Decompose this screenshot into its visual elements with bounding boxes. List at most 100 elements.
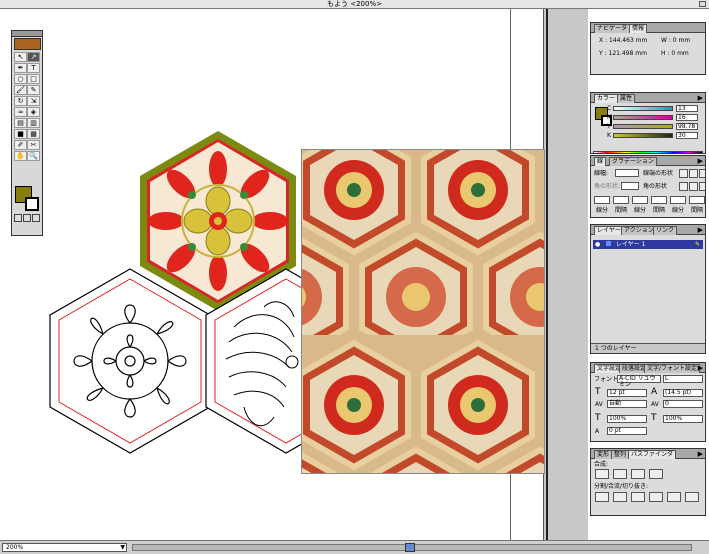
tab-color[interactable]: カラー: [594, 94, 619, 103]
brush-tool-icon[interactable]: 🖌: [14, 85, 27, 95]
tab-pathfinder[interactable]: パスファインダ: [628, 450, 677, 459]
bevel-join-icon[interactable]: [699, 182, 705, 191]
scale-tool-icon[interactable]: ⇲: [27, 96, 40, 106]
channel-c-slider[interactable]: [613, 106, 673, 111]
square-cap-icon[interactable]: [699, 169, 705, 178]
dash-field-4[interactable]: [670, 196, 686, 204]
panel-menu-icon[interactable]: ▶: [698, 226, 703, 234]
zoom-level-field[interactable]: 200% ▼: [2, 543, 127, 552]
panel-menu-icon[interactable]: ▶: [698, 450, 703, 458]
dash-field-3[interactable]: [651, 196, 667, 204]
tab-gradient[interactable]: グラデーション: [609, 157, 657, 166]
channel-k-slider[interactable]: [613, 133, 673, 138]
stroke-weight-field[interactable]: [615, 169, 639, 177]
tracking-field[interactable]: 0: [663, 400, 703, 408]
dash-field-5[interactable]: [689, 196, 705, 204]
color-spectrum-bar[interactable]: [593, 151, 703, 153]
rotate-tool-icon[interactable]: ↻: [14, 96, 27, 106]
pathfinder-op-icon-1-4[interactable]: [667, 492, 681, 502]
horizontal-scale-field[interactable]: 100%: [663, 415, 703, 423]
select-arrow-tool-icon[interactable]: ↖: [14, 52, 27, 62]
round-cap-icon[interactable]: [689, 169, 698, 178]
pathfinder-op-icon-0-1[interactable]: [613, 469, 627, 479]
horizontal-scrollbar[interactable]: 200% ▼: [0, 540, 709, 554]
pen-tool-icon[interactable]: ✒: [14, 63, 27, 73]
tab-stroke[interactable]: 線: [594, 157, 607, 166]
gradient-mode-icon[interactable]: [23, 214, 31, 222]
scissors-tool-icon[interactable]: ✂: [27, 140, 40, 150]
round-join-icon[interactable]: [689, 182, 698, 191]
layer-row[interactable]: ● レイヤー 1 ✎: [593, 240, 703, 249]
leading-field[interactable]: (14.5 pt): [663, 389, 703, 397]
miter-limit-field[interactable]: [621, 182, 639, 190]
gradient-tool-icon[interactable]: ■: [14, 129, 27, 139]
pathfinder-op-icon-1-1[interactable]: [613, 492, 627, 502]
channel-y-slider[interactable]: [613, 124, 673, 129]
visibility-eye-icon[interactable]: ●: [595, 240, 604, 249]
warp-tool-icon[interactable]: ≈: [14, 107, 27, 117]
miter-join-icon[interactable]: [679, 182, 688, 191]
dash-field-0[interactable]: [594, 196, 610, 204]
pathfinder-op-icon-0-2[interactable]: [631, 469, 645, 479]
kerning-field[interactable]: 自動: [607, 400, 647, 408]
stroke-color-swatch[interactable]: [25, 197, 39, 211]
tab-transform[interactable]: 変形: [594, 450, 613, 459]
lineart-hexagon-left[interactable]: [48, 267, 213, 457]
hand-tool-icon[interactable]: ✋: [14, 151, 27, 161]
tab-layers[interactable]: レイヤー: [594, 226, 624, 235]
ellipse-tool-icon[interactable]: ○: [14, 74, 27, 84]
layer-name[interactable]: レイヤー 1: [616, 241, 646, 248]
dash-field-2[interactable]: [632, 196, 648, 204]
font-family-field[interactable]: A-CID リュウミン: [617, 375, 661, 388]
zoom-tool-icon[interactable]: 🔍: [27, 151, 40, 161]
dash-field-1[interactable]: [613, 196, 629, 204]
channel-y-value[interactable]: 98.78: [676, 123, 698, 130]
channel-m-slider[interactable]: [613, 115, 673, 120]
title-bar[interactable]: もよう <200%>: [0, 0, 709, 9]
panel-menu-icon[interactable]: ▶: [698, 157, 703, 165]
panel-menu-icon[interactable]: ▶: [698, 94, 703, 102]
pathfinder-op-icon-1-3[interactable]: [649, 492, 663, 502]
column-graph-tool-icon[interactable]: ▥: [27, 118, 40, 128]
pathfinder-op-icon-1-2[interactable]: [631, 492, 645, 502]
channel-m-value[interactable]: 16: [676, 114, 698, 121]
font-size-field[interactable]: 12 pt: [607, 389, 647, 397]
none-mode-icon[interactable]: [32, 214, 40, 222]
chevron-down-icon[interactable]: ▼: [120, 544, 125, 551]
artboard-canvas[interactable]: ↖ ↗ ✒ T ○ □ 🖌 ✎ ↻ ⇲ ≈ ◈ ▤ ▥ ■ ▦ ✐ ✂ ✋ 🔍: [0, 9, 588, 540]
vertical-scale-field[interactable]: 100%: [607, 415, 647, 423]
collapse-box[interactable]: [699, 1, 706, 7]
pathfinder-op-icon-1-0[interactable]: [595, 492, 609, 502]
tab-align[interactable]: 整列: [611, 450, 630, 459]
tab-attributes[interactable]: 属性: [617, 94, 636, 103]
app-logo-icon[interactable]: [14, 38, 41, 50]
pathfinder-op-icon-1-5[interactable]: [685, 492, 699, 502]
type-tool-icon[interactable]: T: [27, 63, 40, 73]
scroll-thumb[interactable]: [405, 543, 415, 552]
panel-menu-icon[interactable]: ▶: [698, 364, 703, 372]
channel-c-value[interactable]: 13: [676, 105, 698, 112]
channel-k-value[interactable]: 30: [676, 132, 698, 139]
textile-pattern-image[interactable]: [301, 149, 545, 474]
pathfinder-op-icon-0-3[interactable]: [649, 469, 663, 479]
font-style-field[interactable]: L: [663, 375, 703, 383]
direct-select-tool-icon[interactable]: ↗: [27, 52, 40, 62]
blend-tool-icon[interactable]: ◈: [27, 107, 40, 117]
lineart-hexagon-phoenix[interactable]: [204, 267, 304, 457]
pathfinder-op-icon-0-0[interactable]: [595, 469, 609, 479]
mesh-tool-icon[interactable]: ▦: [27, 129, 40, 139]
rectangle-tool-icon[interactable]: □: [27, 74, 40, 84]
pencil-tool-icon[interactable]: ✎: [27, 85, 40, 95]
tab-actions[interactable]: アクション: [621, 226, 657, 235]
graph-tool-icon[interactable]: ▤: [14, 118, 27, 128]
butt-cap-icon[interactable]: [679, 169, 688, 178]
tab-links[interactable]: リンク: [653, 226, 678, 235]
normal-mode-icon[interactable]: [14, 214, 22, 222]
tab-navigator[interactable]: ナビゲータ: [594, 24, 631, 33]
color-panel: カラー 属性 ▶ C 13 M 16 Y 98.78 K 30: [590, 92, 706, 154]
tool-palette-titlebar[interactable]: [12, 31, 42, 37]
tab-font-settings[interactable]: 文字/フォント設定: [644, 364, 701, 373]
baseline-shift-field[interactable]: 0 pt: [607, 427, 647, 435]
eyedropper-tool-icon[interactable]: ✐: [14, 140, 27, 150]
tab-info[interactable]: 情報: [629, 24, 648, 33]
